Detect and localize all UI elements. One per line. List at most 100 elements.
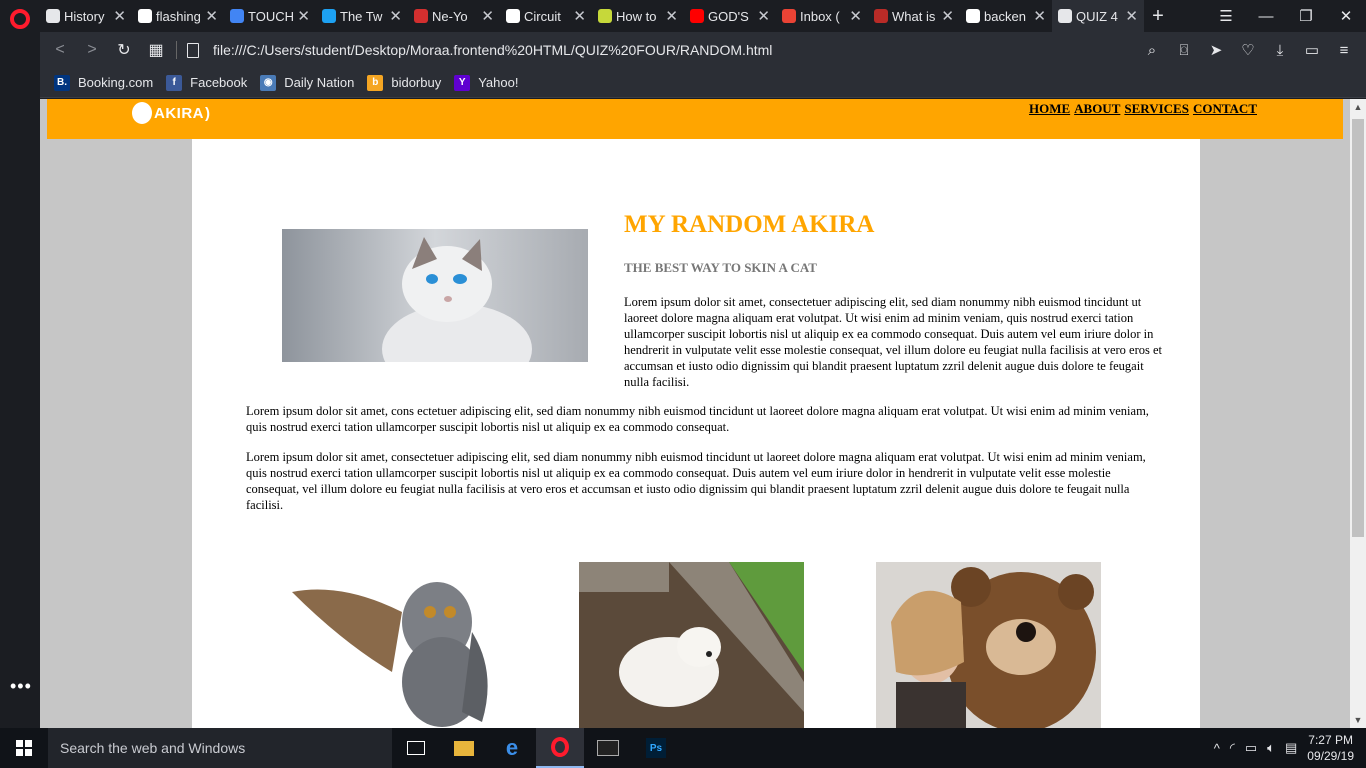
nav-home-link[interactable]: HOME bbox=[1029, 101, 1070, 116]
edge-icon[interactable]: e bbox=[488, 728, 536, 768]
file-explorer-icon[interactable] bbox=[440, 728, 488, 768]
browser-tab[interactable]: Ne-Yo ✕ bbox=[408, 0, 500, 32]
send-icon[interactable]: ➤ bbox=[1200, 41, 1232, 59]
close-tab-icon[interactable]: ✕ bbox=[113, 7, 126, 25]
browser-tab[interactable]: History ✕ bbox=[40, 0, 132, 32]
browser-tab[interactable]: TOUCH ✕ bbox=[224, 0, 316, 32]
google-icon bbox=[966, 9, 980, 23]
windows-logo-icon bbox=[16, 740, 32, 756]
wifi-icon[interactable]: ◜ bbox=[1230, 740, 1235, 756]
nav-about-link[interactable]: ABOUT bbox=[1074, 101, 1120, 116]
close-tab-icon[interactable]: ✕ bbox=[757, 7, 770, 25]
close-tab-icon[interactable]: ✕ bbox=[665, 7, 678, 25]
tab-label: Ne-Yo bbox=[432, 8, 468, 24]
tab-label: History bbox=[64, 8, 105, 24]
circuit-icon bbox=[506, 9, 520, 23]
close-tab-icon[interactable]: ✕ bbox=[573, 7, 586, 25]
battery-tray-icon[interactable]: ▭ bbox=[1245, 740, 1257, 756]
intro-paragraph: Lorem ipsum dolor sit amet, consectetuer… bbox=[624, 295, 1163, 389]
body-paragraph-1: Lorem ipsum dolor sit amet, cons ectetue… bbox=[246, 404, 1149, 434]
close-tab-icon[interactable]: ✕ bbox=[389, 7, 402, 25]
windows-taskbar: Search the web and Windows e Ps ^ ◜ ▭ 🔈︎… bbox=[0, 728, 1366, 768]
file-icon bbox=[187, 42, 199, 58]
opera-logo-icon[interactable] bbox=[10, 9, 30, 29]
close-tab-icon[interactable]: ✕ bbox=[297, 7, 310, 25]
bookmark-item[interactable]: Y Yahoo! bbox=[454, 74, 518, 91]
browser-tab[interactable]: GOD'S ✕ bbox=[684, 0, 776, 32]
close-tab-icon[interactable]: ✕ bbox=[205, 7, 218, 25]
battery-icon[interactable]: ▭ bbox=[1296, 41, 1328, 59]
start-button[interactable] bbox=[0, 728, 48, 768]
opera-sidebar: ••• bbox=[0, 0, 40, 728]
logo-circle-icon bbox=[132, 102, 152, 124]
close-tab-icon[interactable]: ✕ bbox=[941, 7, 954, 25]
teddy-bear-image bbox=[876, 562, 1101, 728]
minimize-button[interactable]: — bbox=[1246, 0, 1286, 32]
bookmark-label: Facebook bbox=[190, 75, 248, 90]
nav-services-link[interactable]: SERVICES bbox=[1124, 101, 1189, 116]
bookmark-item[interactable]: b bidorbuy bbox=[367, 74, 441, 91]
clock-date: 09/29/19 bbox=[1307, 749, 1354, 763]
bookmark-badge: B. bbox=[54, 74, 70, 91]
browser-tab[interactable]: The Tw ✕ bbox=[316, 0, 408, 32]
opera-taskbar-icon[interactable] bbox=[536, 728, 584, 768]
reload-button[interactable]: ↻ bbox=[108, 40, 140, 60]
tray-chevron-icon[interactable]: ^ bbox=[1214, 741, 1220, 756]
download-icon[interactable]: ⤓ bbox=[1264, 42, 1296, 59]
search-icon[interactable]: ⌕ bbox=[1136, 42, 1168, 59]
notifications-icon[interactable]: ▤ bbox=[1285, 740, 1297, 756]
close-tab-icon[interactable]: ✕ bbox=[849, 7, 862, 25]
speed-dial-icon[interactable]: ▦ bbox=[140, 40, 172, 60]
heart-icon[interactable]: ♡ bbox=[1232, 41, 1264, 59]
nav-contact-link[interactable]: CONTACT bbox=[1193, 101, 1257, 116]
tab-label: GOD'S bbox=[708, 8, 749, 24]
forward-button[interactable]: > bbox=[76, 41, 108, 59]
new-tab-button[interactable]: + bbox=[1144, 0, 1172, 32]
close-tab-icon[interactable]: ✕ bbox=[481, 7, 494, 25]
url-field[interactable]: file:///C:/Users/student/Desktop/Moraa.f… bbox=[213, 42, 772, 58]
bookmark-label: Booking.com bbox=[78, 75, 154, 90]
scroll-thumb[interactable] bbox=[1352, 119, 1364, 537]
bookmark-item[interactable]: B. Booking.com bbox=[54, 74, 154, 91]
tab-label: flashing bbox=[156, 8, 201, 24]
more-dots-icon[interactable]: ••• bbox=[10, 676, 32, 697]
cat-image bbox=[282, 229, 588, 362]
youtube-icon bbox=[690, 9, 704, 23]
browser-tab[interactable]: What is ✕ bbox=[868, 0, 960, 32]
scroll-up-arrow-icon[interactable]: ▲ bbox=[1350, 99, 1366, 115]
tab-menu-icon[interactable]: ☰ bbox=[1206, 0, 1246, 32]
bookmark-item[interactable]: ◉ Daily Nation bbox=[260, 74, 355, 91]
close-window-button[interactable]: ✕ bbox=[1326, 0, 1366, 32]
easy-setup-icon[interactable]: ≡ bbox=[1328, 42, 1360, 59]
close-tab-icon[interactable]: ✕ bbox=[1125, 7, 1138, 25]
bookmarks-bar: B. Booking.com f Facebook ◉ Daily Nation b bido… bbox=[40, 68, 1366, 98]
back-button[interactable]: < bbox=[44, 41, 76, 59]
bookmark-label: Daily Nation bbox=[284, 75, 355, 90]
page-subtitle: THE BEST WAY TO SKIN A CAT bbox=[624, 260, 817, 275]
restore-button[interactable]: ❐ bbox=[1286, 0, 1326, 32]
taskbar-search[interactable]: Search the web and Windows bbox=[48, 728, 392, 768]
browser-tab[interactable]: backen ✕ bbox=[960, 0, 1052, 32]
search-placeholder: Search the web and Windows bbox=[60, 740, 246, 756]
address-tools: ⌕ ⌼ ➤ ♡ ⤓ ▭ ≡ bbox=[1136, 32, 1360, 68]
browser-tab[interactable]: QUIZ 4 ✕ bbox=[1052, 0, 1144, 32]
close-tab-icon[interactable]: ✕ bbox=[1033, 7, 1046, 25]
bookmark-item[interactable]: f Facebook bbox=[166, 74, 248, 91]
browser-tab[interactable]: How to ✕ bbox=[592, 0, 684, 32]
page-scrollbar[interactable]: ▲ ▼ bbox=[1350, 99, 1366, 728]
command-prompt-icon[interactable] bbox=[584, 728, 632, 768]
browser-tab[interactable]: Circuit ✕ bbox=[500, 0, 592, 32]
puppy-image bbox=[579, 562, 804, 728]
camera-icon[interactable]: ⌼ bbox=[1168, 42, 1200, 59]
bookmark-badge: f bbox=[166, 74, 183, 91]
tab-label: QUIZ 4 bbox=[1076, 8, 1118, 24]
browser-tab[interactable]: Inbox ( ✕ bbox=[776, 0, 868, 32]
volume-icon[interactable]: 🔈︎ bbox=[1267, 740, 1275, 756]
task-view-icon[interactable] bbox=[392, 728, 440, 768]
clock[interactable]: 7:27 PM 09/29/19 bbox=[1307, 732, 1354, 764]
photoshop-icon[interactable]: Ps bbox=[632, 728, 680, 768]
tab-label: Inbox ( bbox=[800, 8, 840, 24]
akira-logo[interactable]: AKIRA ) bbox=[132, 101, 210, 125]
scroll-down-arrow-icon[interactable]: ▼ bbox=[1350, 712, 1366, 728]
browser-tab[interactable]: flashing ✕ bbox=[132, 0, 224, 32]
